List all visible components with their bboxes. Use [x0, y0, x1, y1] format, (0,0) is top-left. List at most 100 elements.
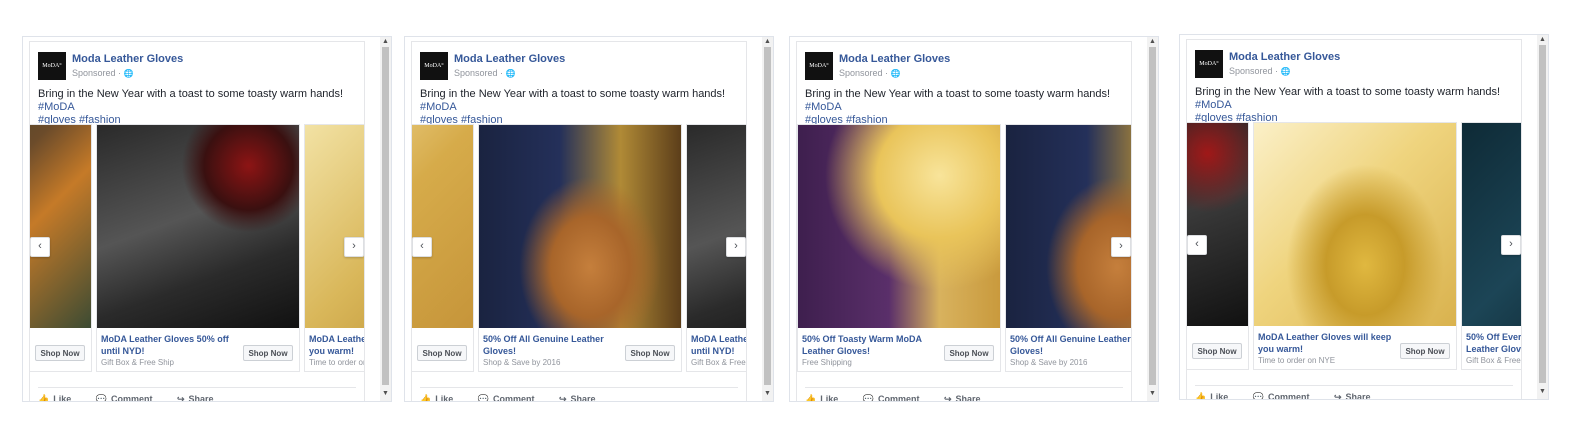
like-button[interactable]: 👍 Like	[38, 394, 71, 401]
post-text: Bring in the New Year with a toast to so…	[1195, 86, 1515, 125]
share-label: Share	[188, 394, 214, 402]
shop-now-button[interactable]: Shop Now	[1192, 343, 1242, 359]
comment-button[interactable]: 💬 Comment	[478, 394, 535, 402]
scroll-thumb[interactable]	[1149, 47, 1156, 385]
shop-now-button[interactable]: Shop Now	[417, 345, 467, 361]
page-logo[interactable]: MoDA°	[420, 52, 448, 80]
slide-title[interactable]: 50% Off Toasty Warm MoDA Leather Gloves!	[802, 333, 940, 357]
carousel-card-1[interactable]: MoDA Leather Gloves will keep you warm! …	[1253, 122, 1457, 370]
scroll-up-arrow-icon[interactable]: ▲	[380, 37, 391, 47]
carousel: 50% Off Toasty Warm MoDA Leather Gloves!…	[797, 124, 1131, 372]
carousel-next-button[interactable]: ›	[726, 237, 746, 257]
page-logo[interactable]: MoDA°	[805, 52, 833, 80]
post-message: Bring in the New Year with a toast to so…	[805, 88, 1111, 100]
slide-title[interactable]: MoDA Leather Gloves will keep you warm!	[309, 333, 364, 357]
page-name-link[interactable]: Moda Leather Gloves	[72, 53, 183, 65]
scrollbar[interactable]: ▲ ▼	[762, 37, 773, 401]
share-icon: ↪	[1334, 392, 1342, 400]
comment-button[interactable]: 💬 Comment	[862, 394, 920, 402]
sponsored-text: Sponsored ·	[72, 68, 122, 78]
scroll-down-arrow-icon[interactable]: ▼	[1537, 387, 1548, 397]
page-logo[interactable]: MoDA°	[38, 52, 66, 80]
scroll-down-arrow-icon[interactable]: ▼	[380, 389, 391, 399]
hashtag-moda[interactable]: #MoDA	[1195, 99, 1232, 111]
slide-title[interactable]: 50% Off All Genuine Leather Gloves!	[483, 333, 621, 357]
share-icon: ↪	[944, 394, 952, 402]
scrollbar[interactable]: ▲ ▼	[1147, 37, 1158, 401]
slide-title[interactable]: MoDA Leather Gloves 50% off until NYD!	[691, 333, 746, 357]
carousel-prev-button[interactable]: ‹	[30, 237, 50, 257]
slide-title[interactable]: MoDA Leather Gloves 50% off until NYD!	[101, 333, 239, 357]
hashtag-moda[interactable]: #MoDA	[38, 101, 75, 113]
page-name-link[interactable]: Moda Leather Gloves	[839, 53, 950, 65]
shop-now-button[interactable]: Shop Now	[35, 345, 85, 361]
comment-button[interactable]: 💬 Comment	[1253, 392, 1310, 400]
comment-label: Comment	[877, 394, 920, 402]
ad-card: MoDA° Moda Leather Gloves Sponsored · 🌐 …	[1186, 39, 1522, 399]
like-button[interactable]: 👍 Like	[420, 394, 454, 402]
hashtag-moda[interactable]: #MoDA	[805, 101, 842, 113]
carousel-card-1[interactable]: 50% Off All Genuine Leather Gloves! Shop…	[478, 124, 682, 372]
sponsored-label: Sponsored · 🌐	[1229, 66, 1291, 76]
shop-now-button[interactable]: Shop Now	[243, 345, 293, 361]
action-bar: 👍 Like 💬 Comment ↪ Share	[1195, 392, 1393, 400]
page-name-link[interactable]: Moda Leather Gloves	[454, 53, 565, 65]
share-button[interactable]: ↪ Share	[1334, 392, 1371, 400]
scroll-up-arrow-icon[interactable]: ▲	[1537, 35, 1548, 45]
share-button[interactable]: ↪ Share	[944, 394, 981, 402]
like-button[interactable]: 👍 Like	[805, 394, 838, 401]
scroll-down-arrow-icon[interactable]: ▼	[1147, 389, 1158, 399]
post-text: Bring in the New Year with a toast to so…	[38, 88, 358, 127]
page-name-link[interactable]: Moda Leather Gloves	[1229, 51, 1340, 63]
sponsored-text: Sponsored ·	[454, 68, 504, 78]
carousel-card-1[interactable]: 50% Off Toasty Warm MoDA Leather Gloves!…	[797, 124, 1001, 372]
scroll-thumb[interactable]	[764, 47, 771, 385]
share-icon: ↪	[559, 394, 567, 402]
shop-now-button[interactable]: Shop Now	[944, 345, 994, 361]
carousel-next-button[interactable]: ›	[1501, 235, 1521, 255]
slide-image-handbag	[479, 125, 681, 328]
share-button[interactable]: ↪ Share	[559, 394, 596, 402]
carousel-card-1[interactable]: MoDA Leather Gloves 50% off until NYD! G…	[96, 124, 300, 372]
comment-label: Comment	[1267, 392, 1310, 400]
thumbs-up-icon: 👍	[420, 394, 432, 402]
globe-icon: 🌐	[505, 69, 516, 78]
scroll-thumb[interactable]	[1539, 45, 1546, 383]
scrollbar[interactable]: ▲ ▼	[1537, 35, 1548, 399]
slide-image-purple-bag	[798, 125, 1000, 328]
share-button[interactable]: ↪ Share	[177, 394, 214, 402]
comment-label: Comment	[110, 394, 153, 402]
globe-icon: 🌐	[123, 69, 134, 78]
carousel-next-button[interactable]: ›	[344, 237, 364, 257]
carousel-next-button[interactable]: ›	[1111, 237, 1131, 257]
page-logo[interactable]: MoDA°	[1195, 50, 1223, 78]
slide-title[interactable]: 50% Off Everything MoDA Leather Gloves	[1466, 331, 1521, 355]
scroll-up-arrow-icon[interactable]: ▲	[762, 37, 773, 47]
slide-subtitle: Free Shipping	[802, 358, 852, 367]
shop-now-button[interactable]: Shop Now	[625, 345, 675, 361]
slide-title[interactable]: MoDA Leather Gloves will keep you warm!	[1258, 331, 1396, 355]
slide-subtitle: Gift Box & Free Ship	[101, 358, 174, 367]
post-message: Bring in the New Year with a toast to so…	[420, 88, 726, 100]
like-button[interactable]: 👍 Like	[1195, 392, 1228, 399]
comment-icon: 💬	[862, 394, 874, 402]
scroll-thumb[interactable]	[382, 47, 389, 385]
carousel-prev-button[interactable]: ‹	[1187, 235, 1207, 255]
comment-label: Comment	[492, 394, 535, 402]
slide-title[interactable]: 50% Off All Genuine Leather Gloves!	[1010, 333, 1131, 357]
chevron-left-icon: ‹	[420, 240, 424, 252]
shop-now-button[interactable]: Shop Now	[1400, 343, 1450, 359]
scroll-down-arrow-icon[interactable]: ▼	[762, 389, 773, 399]
share-label: Share	[1345, 392, 1371, 400]
slide-image-gold-gift	[1254, 123, 1456, 326]
hashtag-moda[interactable]: #MoDA	[420, 101, 457, 113]
post-text: Bring in the New Year with a toast to so…	[420, 88, 740, 127]
like-label: Like	[435, 394, 454, 402]
action-bar: 👍 Like 💬 Comment ↪ Share	[805, 394, 1003, 402]
slide-subtitle: Shop & Save by 2016	[1010, 358, 1088, 367]
scroll-up-arrow-icon[interactable]: ▲	[1147, 37, 1158, 47]
comment-button[interactable]: 💬 Comment	[96, 394, 153, 402]
slide-image-clutch	[97, 125, 299, 328]
carousel-prev-button[interactable]: ‹	[412, 237, 432, 257]
scrollbar[interactable]: ▲ ▼	[380, 37, 391, 401]
